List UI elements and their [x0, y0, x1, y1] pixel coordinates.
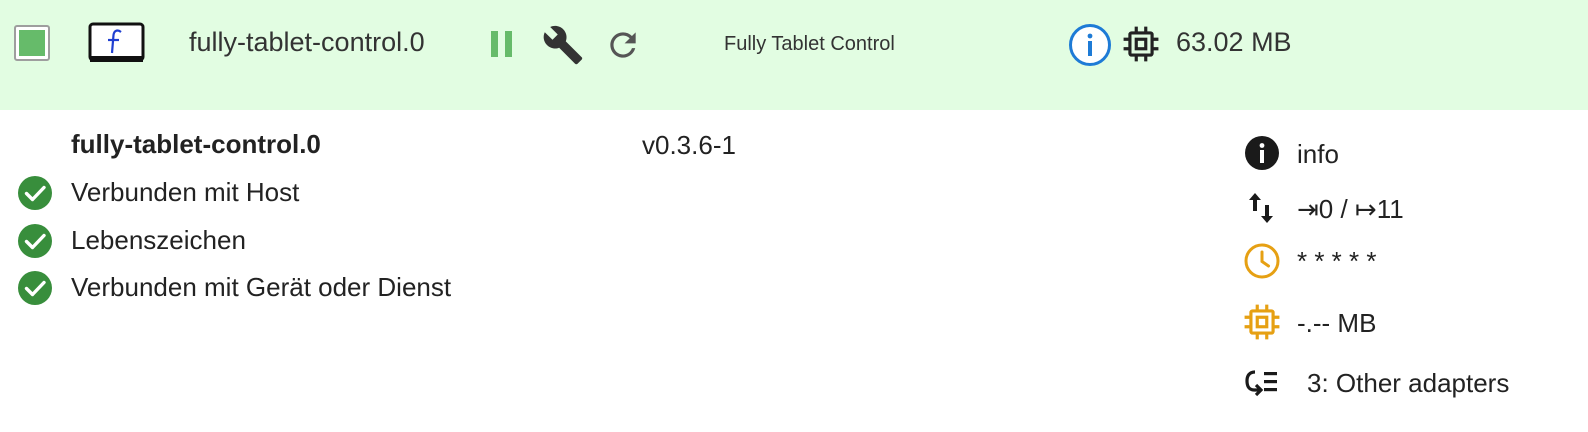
status-item-label: Lebenszeichen: [71, 225, 246, 255]
schedule-value: * * * * *: [1297, 246, 1377, 276]
info-circle-icon[interactable]: [1068, 23, 1112, 67]
info-filled-icon: [1245, 136, 1279, 170]
wrench-icon[interactable]: [541, 24, 585, 66]
status-item-label: Verbunden mit Gerät oder Dienst: [71, 272, 452, 302]
loglevel-value: info: [1297, 139, 1339, 169]
check-circle-icon: [18, 271, 52, 305]
adapter-title: Fully Tablet Control: [724, 33, 895, 55]
events-value: ⇥0 / ↦11: [1297, 194, 1404, 224]
status-item-label: Verbunden mit Host: [71, 177, 300, 207]
tier-value: 3: Other adapters: [1307, 368, 1510, 398]
check-circle-icon: [18, 176, 52, 210]
order-list-icon: [1245, 370, 1277, 397]
header-memory: 63.02 MB: [1176, 27, 1292, 57]
status-indicator: [14, 25, 50, 61]
pause-icon[interactable]: [488, 28, 518, 60]
status-indicator-fill: [19, 30, 45, 56]
instance-header-row: fully-tablet-control.0 Fully Tablet Cont…: [0, 0, 1588, 110]
clock-icon: [1244, 243, 1280, 279]
reload-icon[interactable]: [604, 26, 642, 64]
header-instance-name: fully-tablet-control.0: [189, 27, 425, 57]
fully-tablet-logo-icon: [88, 22, 145, 64]
swap-vertical-icon: [1249, 193, 1273, 223]
memory-value: -.-- MB: [1297, 308, 1377, 338]
instance-name: fully-tablet-control.0: [71, 129, 321, 159]
version-label: v0.3.6-1: [642, 130, 736, 160]
chip-icon: [1244, 304, 1280, 340]
chip-icon: [1122, 25, 1160, 63]
check-circle-icon: [18, 224, 52, 258]
